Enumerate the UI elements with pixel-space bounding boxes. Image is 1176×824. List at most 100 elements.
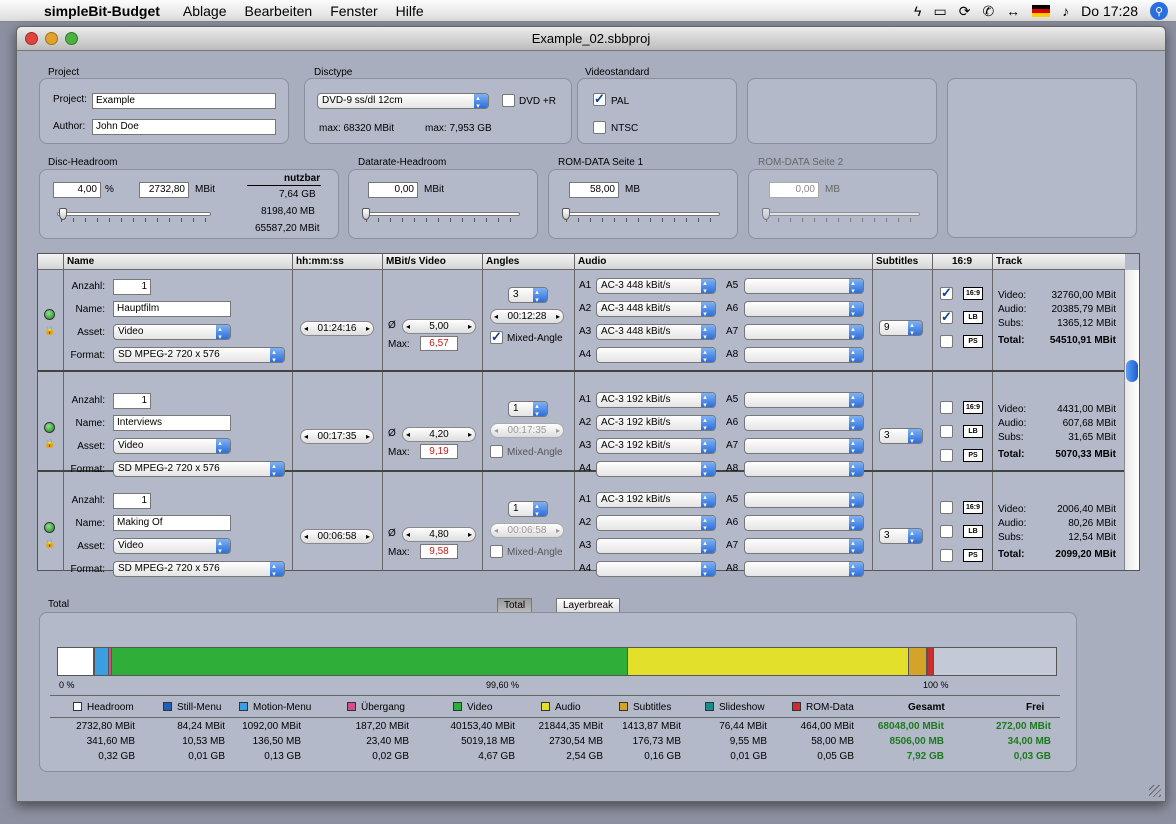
script-icon[interactable]: ϟ — [914, 3, 921, 19]
audio-a2-select[interactable] — [596, 515, 716, 531]
aspect-lb-checkbox[interactable] — [940, 525, 953, 538]
asset-select[interactable]: Video — [113, 438, 231, 454]
audio-a2-select[interactable]: AC-3 192 kBit/s — [596, 415, 716, 431]
dvd-r-checkbox[interactable] — [502, 94, 515, 107]
format-select[interactable]: SD MPEG-2 720 x 576 — [113, 347, 285, 363]
subtitles-select[interactable]: 3 — [879, 428, 923, 444]
audio-a8-select[interactable] — [744, 561, 864, 577]
audio-a4-select[interactable] — [596, 561, 716, 577]
header-aspect[interactable]: 16:9 — [932, 254, 992, 270]
volume-icon[interactable]: ♪ — [1062, 3, 1069, 19]
ntsc-checkbox[interactable] — [593, 121, 606, 134]
scrollbar-thumb[interactable] — [1126, 360, 1138, 382]
anzahl-input[interactable]: 1 — [113, 393, 151, 409]
format-select[interactable]: SD MPEG-2 720 x 576 — [113, 461, 285, 477]
mixed-angle-checkbox[interactable] — [490, 445, 503, 458]
aspect-lb-checkbox[interactable] — [940, 425, 953, 438]
rom-data-2-slider[interactable] — [762, 208, 920, 222]
audio-a8-select[interactable] — [744, 461, 864, 477]
audio-a7-select[interactable] — [744, 538, 864, 554]
pal-checkbox[interactable]: ✓ — [593, 92, 606, 106]
aspect-a16-checkbox[interactable] — [940, 501, 953, 514]
avg-bitrate-stepper[interactable]: 4,80 — [402, 527, 476, 542]
network-icon[interactable]: ↔ — [1006, 3, 1020, 19]
anzahl-input[interactable]: 1 — [113, 493, 151, 509]
asset-select[interactable]: Video — [113, 538, 231, 554]
audio-a7-select[interactable] — [744, 324, 864, 340]
audio-a1-select[interactable]: AC-3 448 kBit/s — [596, 278, 716, 294]
resize-handle[interactable] — [1149, 785, 1161, 797]
duration-stepper[interactable]: 01:24:16 — [300, 321, 374, 336]
menu-app-name[interactable]: simpleBit-Budget — [40, 3, 174, 19]
aspect-a16-checkbox[interactable]: ✓ — [940, 286, 953, 300]
rom-data-1-input[interactable]: 58,00 — [569, 182, 619, 198]
angle-time-stepper[interactable]: 00:12:28 — [490, 309, 564, 324]
disctype-select[interactable]: DVD-9 ss/dl 12cm — [317, 93, 489, 109]
audio-a3-select[interactable]: AC-3 448 kBit/s — [596, 324, 716, 340]
audio-a2-select[interactable]: AC-3 448 kBit/s — [596, 301, 716, 317]
audio-a7-select[interactable] — [744, 438, 864, 454]
audio-a4-select[interactable] — [596, 347, 716, 363]
menu-bearbeiten[interactable]: Bearbeiten — [235, 3, 321, 19]
audio-a5-select[interactable] — [744, 278, 864, 294]
tab-total[interactable]: Total — [497, 598, 533, 613]
avg-bitrate-stepper[interactable]: 5,00 — [402, 319, 476, 334]
audio-a6-select[interactable] — [744, 515, 864, 531]
format-select[interactable]: SD MPEG-2 720 x 576 — [113, 561, 285, 577]
name-input[interactable]: Hauptfilm — [113, 301, 231, 317]
aspect-ps-checkbox[interactable] — [940, 449, 953, 462]
rom-data-2-input[interactable]: 0,00 — [769, 182, 819, 198]
spotlight-icon[interactable]: ⚲ — [1150, 2, 1168, 20]
display-icon[interactable]: ▭ — [933, 3, 946, 20]
tab-layerbreak[interactable]: Layerbreak — [556, 598, 621, 613]
minimize-button[interactable] — [45, 32, 58, 45]
duration-stepper[interactable]: 00:17:35 — [300, 429, 374, 444]
angles-select[interactable]: 3 — [508, 287, 548, 303]
angles-select[interactable]: 1 — [508, 401, 548, 417]
sync-icon[interactable]: ⟳ — [959, 3, 971, 20]
header-mbit[interactable]: MBit/s Video — [382, 254, 482, 270]
angles-select[interactable]: 1 — [508, 501, 548, 517]
german-flag-icon[interactable] — [1032, 5, 1051, 17]
audio-a5-select[interactable] — [744, 392, 864, 408]
header-track[interactable]: Track — [992, 254, 1125, 270]
header-subtitles[interactable]: Subtitles — [872, 254, 932, 270]
mixed-angle-checkbox[interactable]: ✓ — [490, 330, 503, 344]
menu-ablage[interactable]: Ablage — [174, 3, 236, 19]
phone-icon[interactable]: ✆ — [982, 3, 994, 20]
header-audio[interactable]: Audio — [574, 254, 872, 270]
header-name[interactable]: Name — [63, 254, 292, 270]
name-input[interactable]: Interviews — [113, 415, 231, 431]
subtitles-select[interactable]: 3 — [879, 528, 923, 544]
project-name-input[interactable]: Example — [92, 93, 276, 109]
subtitles-select[interactable]: 9 — [879, 320, 923, 336]
audio-a5-select[interactable] — [744, 492, 864, 508]
angle-time-stepper[interactable]: 00:06:58 — [490, 523, 564, 538]
audio-a3-select[interactable] — [596, 538, 716, 554]
angle-time-stepper[interactable]: 00:17:35 — [490, 423, 564, 438]
close-button[interactable] — [25, 32, 38, 45]
aspect-ps-checkbox[interactable] — [940, 549, 953, 562]
audio-a6-select[interactable] — [744, 301, 864, 317]
audio-a3-select[interactable]: AC-3 192 kBit/s — [596, 438, 716, 454]
headroom-percent-input[interactable]: 4,00 — [53, 182, 101, 198]
header-time[interactable]: hh:mm:ss — [292, 254, 382, 270]
header-angles[interactable]: Angles — [482, 254, 574, 270]
aspect-lb-checkbox[interactable]: ✓ — [940, 310, 953, 324]
avg-bitrate-stepper[interactable]: 4,20 — [402, 427, 476, 442]
datarate-headroom-slider[interactable] — [362, 208, 520, 222]
zoom-button[interactable] — [65, 32, 78, 45]
table-scrollbar[interactable] — [1124, 270, 1139, 570]
mixed-angle-checkbox[interactable] — [490, 545, 503, 558]
author-input[interactable]: John Doe — [92, 119, 276, 135]
name-input[interactable]: Making Of — [113, 515, 231, 531]
menu-fenster[interactable]: Fenster — [321, 3, 386, 19]
datarate-headroom-input[interactable]: 0,00 — [368, 182, 418, 198]
audio-a8-select[interactable] — [744, 347, 864, 363]
menu-hilfe[interactable]: Hilfe — [387, 3, 433, 19]
aspect-a16-checkbox[interactable] — [940, 401, 953, 414]
audio-a4-select[interactable] — [596, 461, 716, 477]
audio-a6-select[interactable] — [744, 415, 864, 431]
anzahl-input[interactable]: 1 — [113, 279, 151, 295]
aspect-ps-checkbox[interactable] — [940, 335, 953, 348]
